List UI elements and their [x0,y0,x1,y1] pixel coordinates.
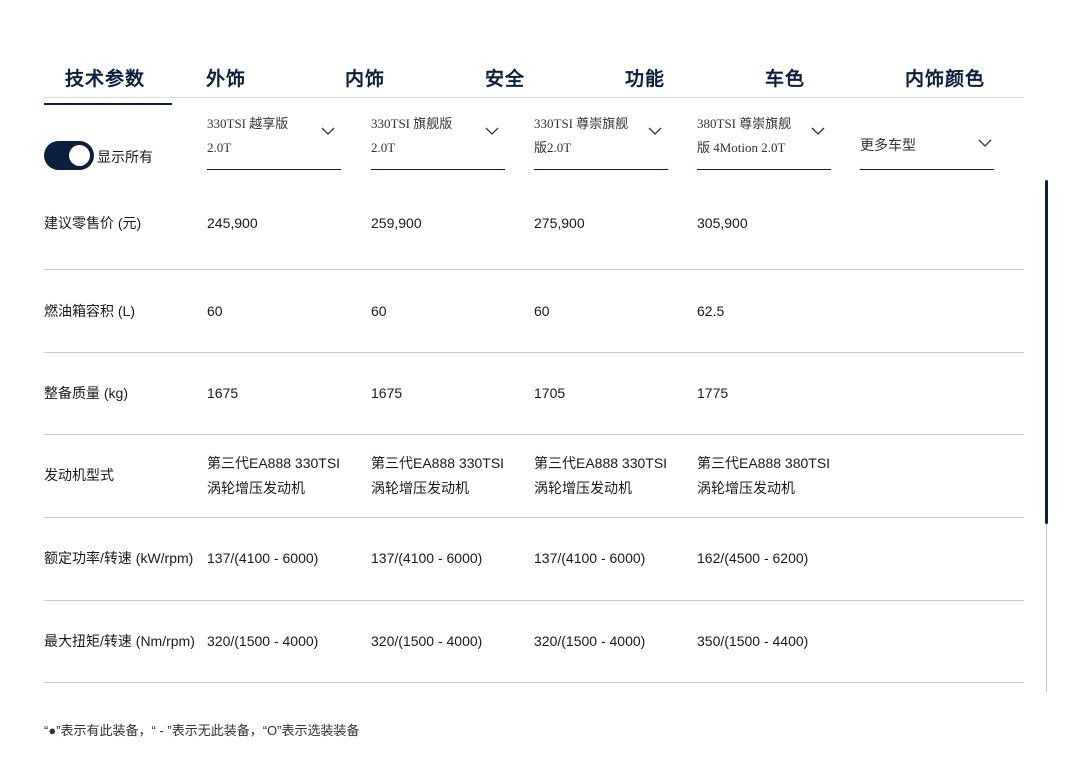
tab-features[interactable]: 功能 [625,64,665,91]
model-select-1[interactable]: 330TSI 越享版 2.0T [207,108,341,170]
chevron-down-icon [811,127,825,135]
spec-value: 275,900 [534,215,585,231]
more-models-select[interactable]: 更多车型 [860,108,994,170]
tab-safety[interactable]: 安全 [485,64,525,91]
tab-interior-colors[interactable]: 内饰颜色 [905,64,985,91]
spec-value: 1775 [697,385,729,401]
spec-value: 320/(1500 - 4000) [534,633,646,649]
spec-value: 245,900 [207,215,258,231]
spec-row-torque: 最大扭矩/转速 (Nm/rpm) 320/(1500 - 4000) 320/(… [44,601,1024,683]
spec-label: 燃油箱容积 (L) [44,303,135,319]
spec-value: 137/(4100 - 6000) [207,550,319,566]
legend-footnote: “●”表示有此装备，“ - ”表示无此装备，“O”表示选装装备 [44,723,360,738]
spec-row-curb-weight: 整备质量 (kg) 1675 1675 1705 1775 [44,353,1024,435]
spec-value: 1675 [207,385,239,401]
spec-value: 1705 [534,385,566,401]
spec-label: 发动机型式 [44,467,114,483]
spec-value: 137/(4100 - 6000) [371,550,483,566]
tab-exterior[interactable]: 外饰 [206,64,246,91]
toggle-label: 显示所有 [97,148,153,165]
scrollbar-thumb[interactable] [1045,180,1048,524]
spec-value: 259,900 [371,215,422,231]
spec-row-price: 建议零售价 (元) 245,900 259,900 275,900 305,90… [44,180,1024,270]
spec-label: 整备质量 (kg) [44,385,128,401]
spec-value: 305,900 [697,215,748,231]
model-select-value: 更多车型 [860,137,916,153]
spec-value: 162/(4500 - 6200) [697,550,809,566]
tab-interior[interactable]: 内饰 [345,64,385,91]
spec-value: 第三代EA888 380TSI 涡轮增压发动机 [697,455,831,496]
tab-tech-specs[interactable]: 技术参数 [43,64,173,105]
spec-value: 60 [534,303,550,319]
model-select-value: 380TSI 尊崇旗舰 版 4Motion 2.0T [697,116,792,155]
spec-value: 62.5 [697,303,725,319]
tab-colors[interactable]: 车色 [765,64,805,91]
model-select-value: 330TSI 旗舰版 2.0T [371,116,453,155]
spec-label: 最大扭矩/转速 (Nm/rpm) [44,633,195,649]
model-select-4[interactable]: 380TSI 尊崇旗舰 版 4Motion 2.0T [697,108,831,170]
scrollbar-track[interactable] [1046,524,1047,692]
spec-value: 60 [207,303,223,319]
spec-value: 1675 [371,385,403,401]
model-select-3[interactable]: 330TSI 尊崇旗舰 版2.0T [534,108,668,170]
spec-label: 额定功率/转速 (kW/rpm) [44,550,194,566]
chevron-down-icon [648,127,662,135]
model-select-2[interactable]: 330TSI 旗舰版 2.0T [371,108,505,170]
show-all-toggle[interactable]: 显示所有 [44,141,153,170]
spec-value: 第三代EA888 330TSI 涡轮增压发动机 [207,455,341,496]
spec-label: 建议零售价 (元) [44,215,142,231]
spec-value: 第三代EA888 330TSI 涡轮增压发动机 [371,455,505,496]
chevron-down-icon [978,139,992,147]
spec-row-fuel-tank: 燃油箱容积 (L) 60 60 60 62.5 [44,270,1024,353]
spec-value: 第三代EA888 330TSI 涡轮增压发动机 [534,455,668,496]
spec-value: 137/(4100 - 6000) [534,550,646,566]
toggle-knob [69,145,90,166]
chevron-down-icon [321,127,335,135]
spec-value: 350/(1500 - 4400) [697,633,809,649]
model-select-value: 330TSI 越享版 2.0T [207,116,289,155]
model-select-value: 330TSI 尊崇旗舰 版2.0T [534,116,629,155]
spec-row-engine: 发动机型式 第三代EA888 330TSI 涡轮增压发动机 第三代EA888 3… [44,435,1024,518]
spec-row-power: 额定功率/转速 (kW/rpm) 137/(4100 - 6000) 137/(… [44,518,1024,601]
spec-value: 320/(1500 - 4000) [371,633,483,649]
toggle-switch[interactable] [44,141,94,170]
chevron-down-icon [485,127,499,135]
spec-tab-bar: 技术参数 外饰 内饰 安全 功能 车色 内饰颜色 [43,56,1024,105]
spec-value: 60 [371,303,387,319]
spec-value: 320/(1500 - 4000) [207,633,319,649]
